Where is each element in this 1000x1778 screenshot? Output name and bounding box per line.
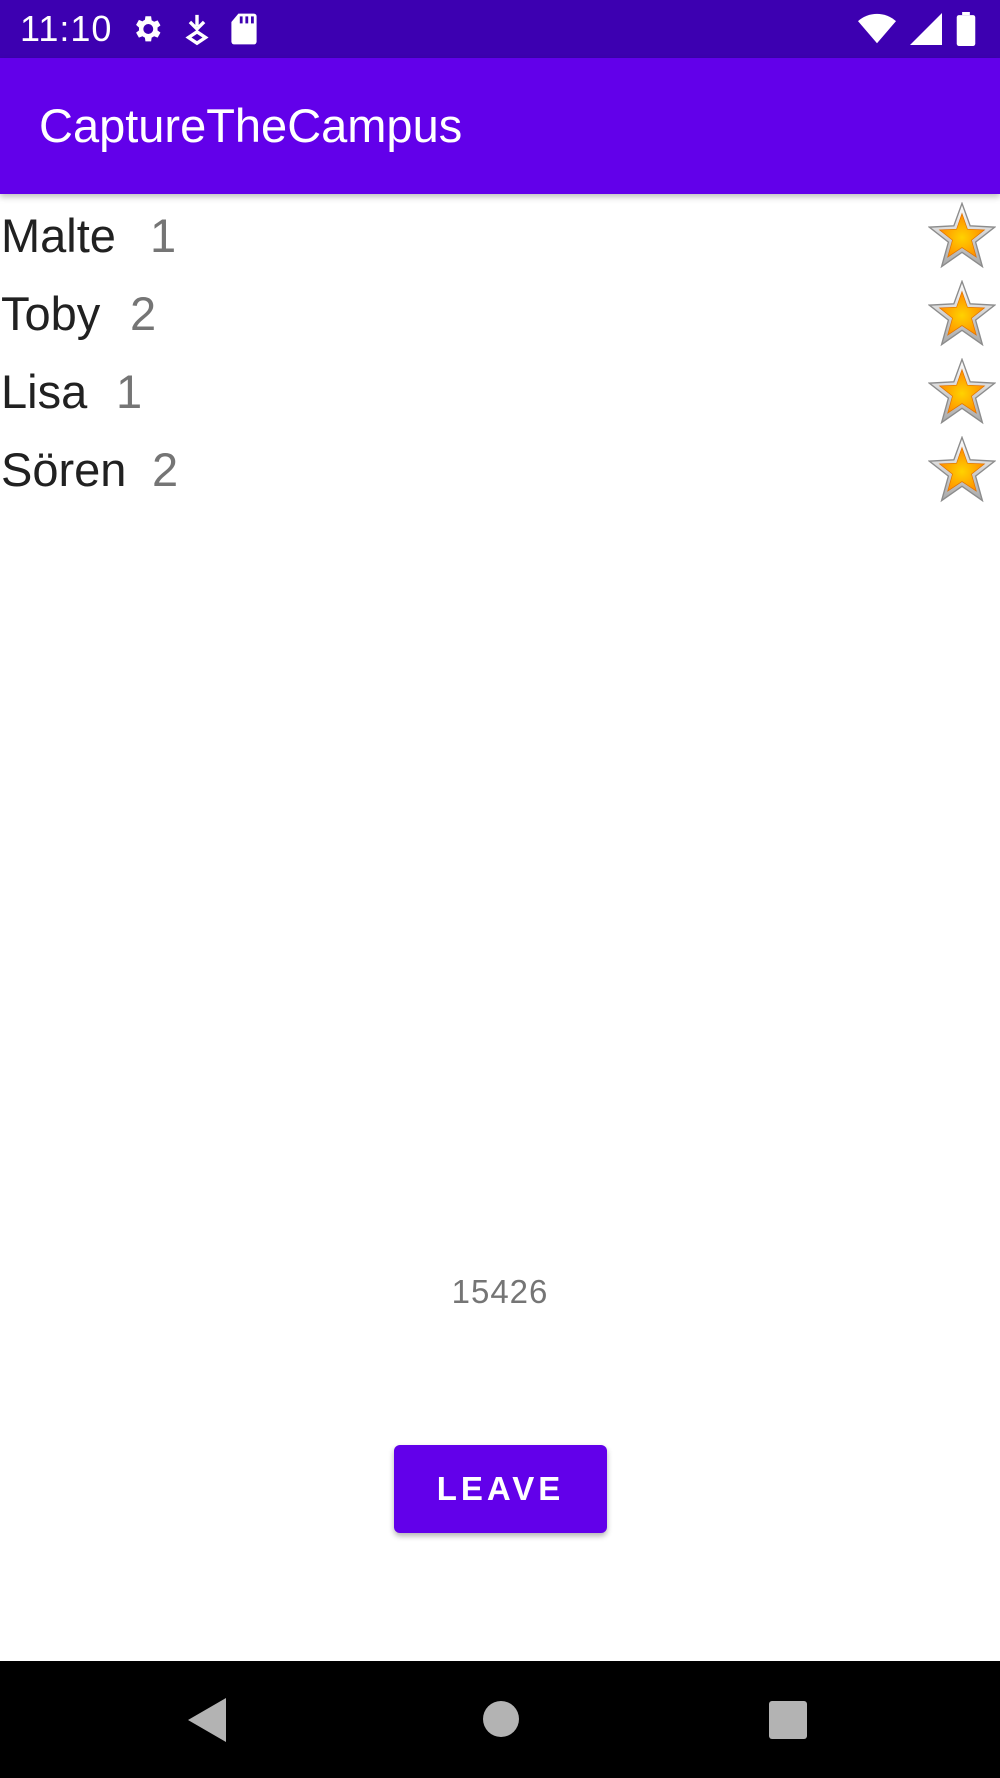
player-score: 1: [150, 209, 177, 262]
sd-card-icon: [230, 12, 258, 46]
settings-icon: [130, 12, 164, 46]
star-icon: [928, 358, 996, 425]
player-row[interactable]: Toby 2: [0, 276, 1000, 354]
back-icon[interactable]: [188, 1698, 228, 1747]
navigation-bar: [0, 1661, 1000, 1778]
status-time: 11:10: [20, 8, 113, 49]
player-score: 2: [152, 443, 179, 496]
player-name: Lisa: [1, 365, 88, 418]
app-title: CaptureTheCampus: [39, 99, 463, 152]
player-name: Sören: [1, 443, 127, 496]
leave-button[interactable]: LEAVE: [394, 1445, 607, 1533]
player-name: Toby: [1, 287, 101, 340]
star-icon: [928, 202, 996, 269]
player-row[interactable]: Lisa 1: [0, 354, 1000, 432]
download-icon: [184, 12, 210, 46]
game-code: 15426: [451, 1273, 549, 1310]
app-bar: CaptureTheCampus: [0, 58, 1000, 194]
star-icon: [928, 280, 996, 347]
status-bar: 11:10: [0, 0, 1000, 58]
home-icon[interactable]: [482, 1700, 520, 1743]
player-score: 2: [130, 287, 157, 340]
signal-icon: [910, 13, 942, 45]
player-row[interactable]: Malte 1: [0, 198, 1000, 276]
star-icon: [928, 436, 996, 503]
player-name: Malte: [1, 209, 116, 262]
player-score: 1: [116, 365, 143, 418]
recents-icon[interactable]: [769, 1701, 807, 1744]
status-icons-right: [858, 12, 976, 46]
player-list: Malte 1 Toby 2 Lisa 1 Sören 2: [0, 198, 1000, 510]
wifi-icon: [858, 13, 896, 45]
player-row[interactable]: Sören 2: [0, 432, 1000, 510]
status-icons-left: [130, 12, 258, 46]
battery-icon: [956, 12, 976, 46]
